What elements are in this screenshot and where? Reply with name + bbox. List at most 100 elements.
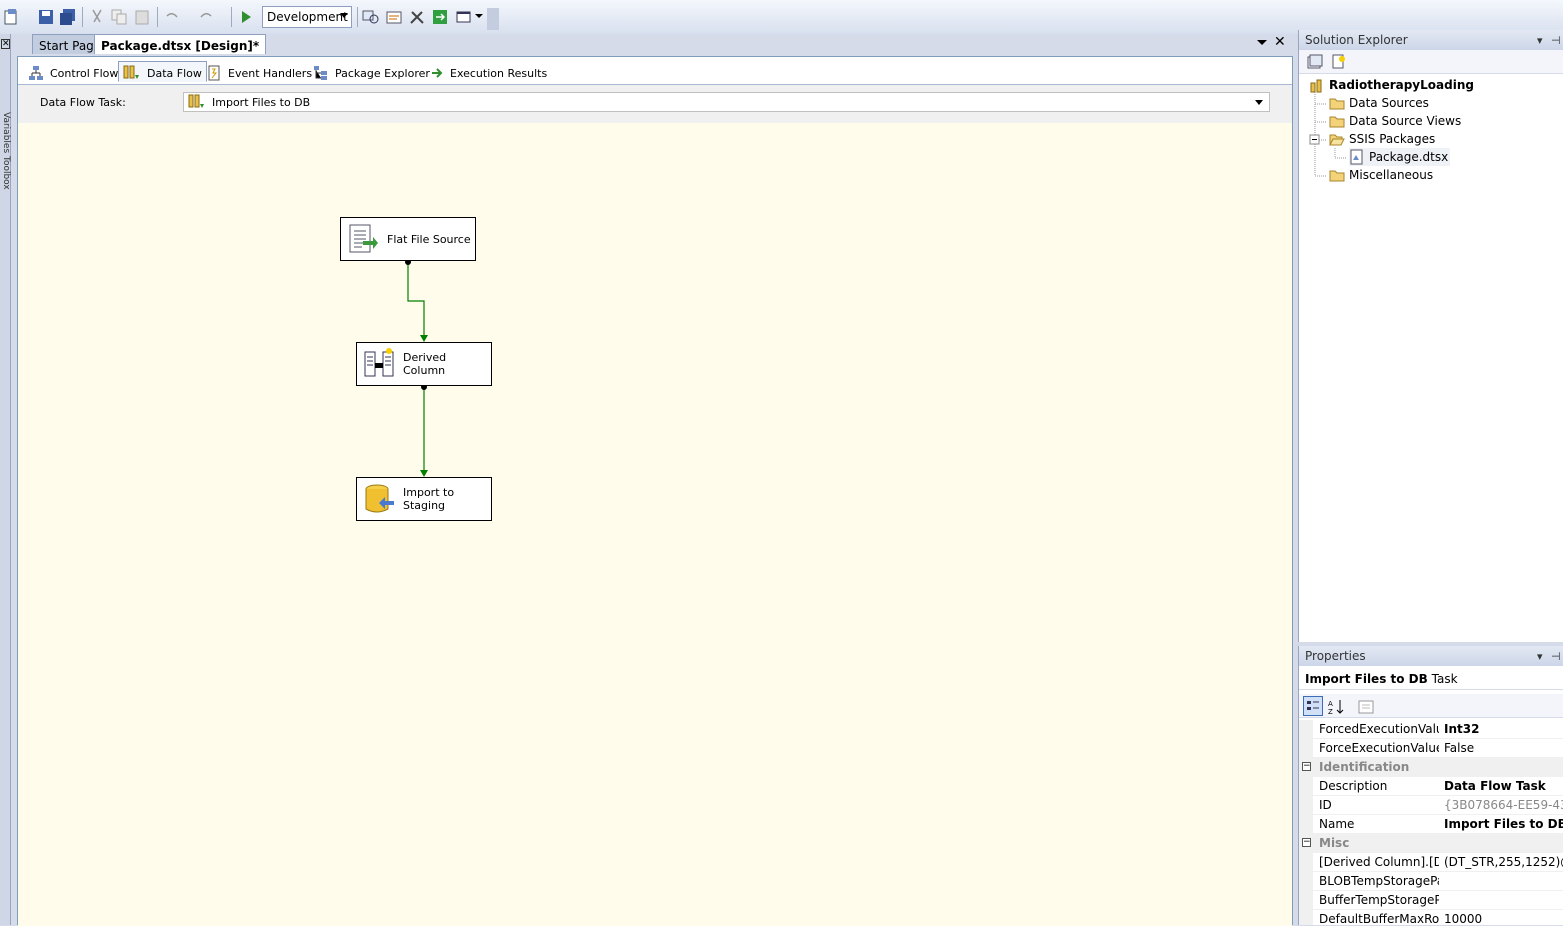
property-value[interactable]: 10000 bbox=[1444, 912, 1563, 925]
connector-layer bbox=[405, 259, 428, 477]
property-row[interactable]: ForceExecutionValue False bbox=[1299, 739, 1563, 758]
tab-package-explorer[interactable]: Package Explorer bbox=[309, 61, 434, 82]
property-name: Name bbox=[1319, 817, 1355, 831]
component-label: Import to Staging bbox=[403, 486, 455, 512]
property-value[interactable]: {3B078664-EE59-4370-A bbox=[1444, 798, 1563, 812]
toolbar-options-icon[interactable] bbox=[487, 8, 499, 30]
path-derived-to-import[interactable] bbox=[420, 384, 428, 477]
collapse-icon[interactable]: − bbox=[1302, 838, 1311, 847]
property-value[interactable]: Data Flow Task bbox=[1444, 779, 1563, 793]
properties-icon[interactable] bbox=[1307, 54, 1323, 70]
standard-toolbar: Development bbox=[0, 0, 1563, 34]
properties-title: Properties ▾ ⊣ bbox=[1299, 646, 1563, 666]
property-row[interactable]: ForcedExecutionValueT Int32 bbox=[1299, 720, 1563, 739]
property-row[interactable]: Name Import Files to DB bbox=[1299, 815, 1563, 834]
properties-object-selector[interactable]: Import Files to DB Task bbox=[1299, 668, 1563, 690]
row-gutter bbox=[1299, 739, 1313, 758]
solution-configuration-select[interactable]: Development bbox=[262, 6, 352, 28]
collapsed-toolbox-strip: ✕ Variables Toolbox bbox=[0, 34, 11, 925]
chevron-down-icon[interactable] bbox=[1255, 100, 1263, 105]
pane-title-text: Solution Explorer bbox=[1305, 33, 1408, 47]
property-name: Identification bbox=[1319, 760, 1410, 774]
toolbox-icon[interactable] bbox=[408, 8, 426, 26]
close-document-icon[interactable]: ✕ bbox=[1274, 34, 1286, 50]
property-row[interactable]: DefaultBufferMaxRows 10000 bbox=[1299, 910, 1563, 925]
derived-column-component[interactable]: Derived Column bbox=[356, 342, 492, 386]
collapse-icon[interactable]: − bbox=[1302, 762, 1311, 771]
auto-hide-pin-icon[interactable]: ⊣ bbox=[1551, 34, 1561, 47]
path-flat-file-to-derived[interactable] bbox=[405, 259, 428, 342]
property-row[interactable]: Description Data Flow Task bbox=[1299, 777, 1563, 796]
folder-icon bbox=[1329, 116, 1345, 128]
property-value[interactable]: Import Files to DB bbox=[1444, 817, 1563, 831]
save-all-icon[interactable] bbox=[59, 8, 77, 26]
object-type: Task bbox=[1431, 672, 1458, 686]
active-files-dropdown-icon[interactable] bbox=[1257, 40, 1267, 45]
tab-execution-results[interactable]: Execution Results bbox=[426, 61, 551, 82]
tree-item-package-dtsx[interactable]: Package.dtsx bbox=[1349, 148, 1451, 166]
tree-item-data-source-views[interactable]: Data Source Views bbox=[1329, 112, 1461, 130]
tab-package-design[interactable]: Package.dtsx [Design]* bbox=[94, 34, 267, 54]
close-icon[interactable]: ✕ bbox=[1, 39, 10, 49]
import-export-icon[interactable] bbox=[431, 8, 449, 26]
data-flow-icon bbox=[123, 65, 139, 79]
variables-toolbox-tab[interactable]: Variables Toolbox bbox=[0, 112, 11, 190]
start-debugging-icon[interactable] bbox=[237, 8, 255, 26]
property-row[interactable]: [Derived Column].[Der (DT_STR,255,1252)@[… bbox=[1299, 853, 1563, 872]
tab-control-flow[interactable]: Control Flow bbox=[24, 61, 122, 82]
tree-item-miscellaneous[interactable]: Miscellaneous bbox=[1329, 166, 1433, 184]
toolbar-overflow-icon[interactable] bbox=[475, 14, 483, 18]
properties-toolbar: AZ bbox=[1299, 694, 1563, 718]
folder-open-icon bbox=[1329, 134, 1345, 146]
undo-icon[interactable] bbox=[163, 8, 181, 26]
new-project-icon[interactable] bbox=[2, 8, 20, 26]
property-category[interactable]: − Identification bbox=[1299, 758, 1563, 777]
auto-hide-pin-icon[interactable]: ⊣ bbox=[1551, 650, 1561, 663]
find-icon[interactable] bbox=[362, 8, 380, 26]
tab-event-handlers[interactable]: Event Handlers bbox=[202, 61, 316, 82]
properties-window-icon[interactable] bbox=[385, 8, 403, 26]
redo-icon[interactable] bbox=[197, 8, 215, 26]
tree-item-label: Data Sources bbox=[1349, 96, 1429, 110]
row-gutter bbox=[1299, 815, 1313, 834]
row-gutter bbox=[1299, 891, 1313, 910]
save-icon[interactable] bbox=[37, 8, 55, 26]
property-name: ForceExecutionValue bbox=[1319, 741, 1439, 755]
row-gutter bbox=[1299, 853, 1313, 872]
import-to-staging-component[interactable]: Import to Staging bbox=[356, 477, 492, 521]
tree-item-project[interactable]: RadiotherapyLoading bbox=[1309, 76, 1474, 94]
tree-item-ssis-packages[interactable]: SSIS Packages bbox=[1329, 130, 1435, 148]
categorized-icon[interactable] bbox=[1303, 696, 1323, 716]
property-value[interactable]: (DT_STR,255,1252)@[U bbox=[1444, 855, 1563, 869]
flat-file-source-component[interactable]: Flat File Source bbox=[340, 217, 476, 261]
property-pages-icon[interactable] bbox=[1357, 698, 1375, 716]
folder-icon bbox=[1329, 98, 1345, 110]
data-flow-task-select[interactable]: Import Files to DB bbox=[183, 92, 1270, 112]
copy-icon[interactable] bbox=[110, 8, 128, 26]
data-flow-task-bar: Data Flow Task: Import Files to DB bbox=[18, 85, 1292, 123]
window-position-icon[interactable]: ▾ bbox=[1537, 650, 1543, 663]
paste-icon[interactable] bbox=[133, 8, 151, 26]
property-name: Misc bbox=[1319, 836, 1350, 850]
tree-item-label: Package.dtsx bbox=[1369, 150, 1449, 164]
data-flow-canvas[interactable]: Flat File Source Derived Column Import t… bbox=[18, 123, 1292, 926]
solution-explorer-toolbar bbox=[1299, 50, 1563, 74]
ssis-project-icon bbox=[1310, 79, 1322, 93]
show-all-files-icon[interactable] bbox=[1331, 54, 1347, 70]
property-row[interactable]: BufferTempStoragePat bbox=[1299, 891, 1563, 910]
tab-data-flow[interactable]: Data Flow bbox=[118, 61, 207, 82]
configuration-value: Development bbox=[267, 10, 348, 24]
tree-item-data-sources[interactable]: Data Sources bbox=[1329, 94, 1429, 112]
property-row[interactable]: ID {3B078664-EE59-4370-A bbox=[1299, 796, 1563, 815]
alphabetical-sort-icon[interactable]: AZ bbox=[1327, 698, 1345, 716]
window-layout-icon[interactable] bbox=[455, 8, 473, 26]
property-value[interactable]: Int32 bbox=[1444, 722, 1563, 736]
property-category[interactable]: − Misc bbox=[1299, 834, 1563, 853]
cut-icon[interactable] bbox=[88, 8, 106, 26]
component-label: Derived Column bbox=[403, 351, 447, 377]
property-value[interactable]: False bbox=[1444, 741, 1563, 755]
window-position-icon[interactable]: ▾ bbox=[1537, 34, 1543, 47]
designer-tab-strip: Control Flow Data Flow Event Handlers Pa… bbox=[18, 57, 1292, 85]
row-gutter bbox=[1299, 720, 1313, 739]
property-row[interactable]: BLOBTempStoragePath bbox=[1299, 872, 1563, 891]
